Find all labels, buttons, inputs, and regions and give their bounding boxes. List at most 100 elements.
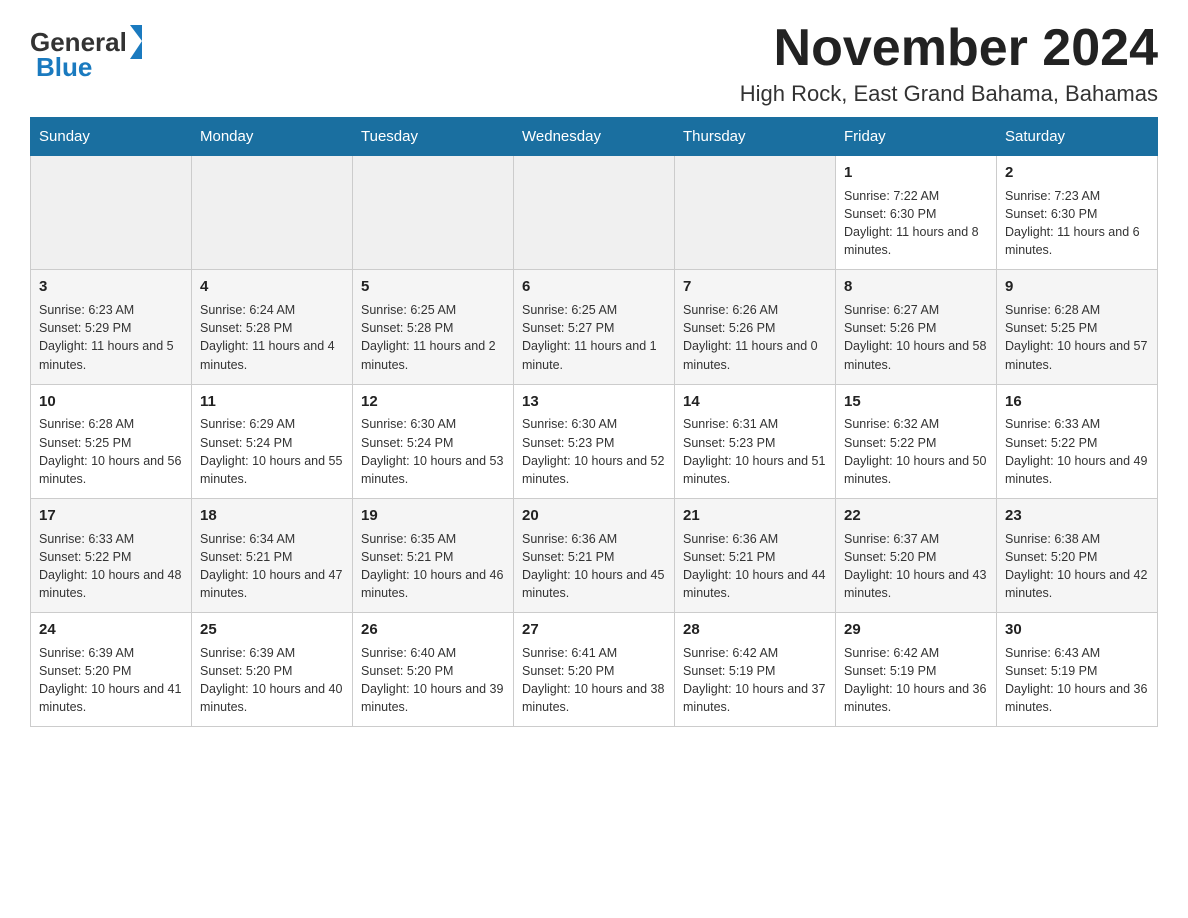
day-cell: 27 Sunrise: 6:41 AM Sunset: 5:20 PM Dayli… — [514, 613, 675, 727]
day-cell: 28 Sunrise: 6:42 AM Sunset: 5:19 PM Dayli… — [675, 613, 836, 727]
day-info: Sunrise: 6:27 AM Sunset: 5:26 PM Dayligh… — [844, 301, 988, 374]
day-cell: 11Sunrise: 6:29 AM Sunset: 5:24 PM Dayli… — [192, 384, 353, 498]
week-row: 10Sunrise: 6:28 AM Sunset: 5:25 PM Dayli… — [31, 384, 1158, 498]
weekday-header-monday: Monday — [192, 118, 353, 156]
day-number: 12 — [361, 391, 505, 413]
calendar-body: 1 Sunrise: 7:22 AM Sunset: 6:30 PM Daylig… — [31, 156, 1158, 727]
day-number: 5 — [361, 276, 505, 298]
day-number: 10 — [39, 391, 183, 413]
day-info: Sunrise: 6:28 AM Sunset: 5:25 PM Dayligh… — [1005, 301, 1149, 374]
week-row: 1 Sunrise: 7:22 AM Sunset: 6:30 PM Daylig… — [31, 156, 1158, 270]
weekday-header-tuesday: Tuesday — [353, 118, 514, 156]
day-info: Sunrise: 6:23 AM Sunset: 5:29 PM Dayligh… — [39, 301, 183, 374]
day-number: 30 — [1005, 619, 1149, 641]
day-cell: 1 Sunrise: 7:22 AM Sunset: 6:30 PM Daylig… — [836, 156, 997, 270]
day-cell: 4Sunrise: 6:24 AM Sunset: 5:28 PM Daylig… — [192, 270, 353, 384]
weekday-header-thursday: Thursday — [675, 118, 836, 156]
weekday-header-wednesday: Wednesday — [514, 118, 675, 156]
calendar-header: SundayMondayTuesdayWednesdayThursdayFrid… — [31, 118, 1158, 156]
day-info: Sunrise: 6:42 AM Sunset: 5:19 PM Dayligh… — [683, 644, 827, 717]
week-row: 24 Sunrise: 6:39 AM Sunset: 5:20 PM Dayli… — [31, 613, 1158, 727]
day-cell: 30 Sunrise: 6:43 AM Sunset: 5:19 PM Dayli… — [997, 613, 1158, 727]
day-cell: 14Sunrise: 6:31 AM Sunset: 5:23 PM Dayli… — [675, 384, 836, 498]
day-number: 27 — [522, 619, 666, 641]
day-info: Sunrise: 6:30 AM Sunset: 5:24 PM Dayligh… — [361, 415, 505, 488]
week-row: 17 Sunrise: 6:33 AM Sunset: 5:22 PM Dayli… — [31, 498, 1158, 612]
day-number: 11 — [200, 391, 344, 413]
day-cell: 17 Sunrise: 6:33 AM Sunset: 5:22 PM Dayli… — [31, 498, 192, 612]
day-number: 14 — [683, 391, 827, 413]
day-cell: 24 Sunrise: 6:39 AM Sunset: 5:20 PM Dayli… — [31, 613, 192, 727]
page-header: General Blue November 2024 High Rock, Ea… — [30, 20, 1158, 107]
day-cell: 12Sunrise: 6:30 AM Sunset: 5:24 PM Dayli… — [353, 384, 514, 498]
day-info: Sunrise: 6:24 AM Sunset: 5:28 PM Dayligh… — [200, 301, 344, 374]
day-cell: 15Sunrise: 6:32 AM Sunset: 5:22 PM Dayli… — [836, 384, 997, 498]
day-cell — [514, 156, 675, 270]
day-cell — [353, 156, 514, 270]
day-info: Sunrise: 7:23 AM Sunset: 6:30 PM Dayligh… — [1005, 187, 1149, 260]
day-info: Sunrise: 6:33 AM Sunset: 5:22 PM Dayligh… — [1005, 415, 1149, 488]
day-info: Sunrise: 6:32 AM Sunset: 5:22 PM Dayligh… — [844, 415, 988, 488]
day-cell — [675, 156, 836, 270]
day-number: 9 — [1005, 276, 1149, 298]
week-row: 3 Sunrise: 6:23 AM Sunset: 5:29 PM Daylig… — [31, 270, 1158, 384]
day-number: 3 — [39, 276, 183, 298]
day-info: Sunrise: 6:33 AM Sunset: 5:22 PM Dayligh… — [39, 530, 183, 603]
day-number: 17 — [39, 505, 183, 527]
day-number: 23 — [1005, 505, 1149, 527]
day-cell: 22 Sunrise: 6:37 AM Sunset: 5:20 PM Dayli… — [836, 498, 997, 612]
day-info: Sunrise: 7:22 AM Sunset: 6:30 PM Dayligh… — [844, 187, 988, 260]
day-cell: 19Sunrise: 6:35 AM Sunset: 5:21 PM Dayli… — [353, 498, 514, 612]
day-number: 15 — [844, 391, 988, 413]
location-title: High Rock, East Grand Bahama, Bahamas — [740, 81, 1158, 107]
day-cell: 18 Sunrise: 6:34 AM Sunset: 5:21 PM Dayli… — [192, 498, 353, 612]
day-info: Sunrise: 6:31 AM Sunset: 5:23 PM Dayligh… — [683, 415, 827, 488]
day-info: Sunrise: 6:41 AM Sunset: 5:20 PM Dayligh… — [522, 644, 666, 717]
day-number: 18 — [200, 505, 344, 527]
day-info: Sunrise: 6:42 AM Sunset: 5:19 PM Dayligh… — [844, 644, 988, 717]
day-number: 22 — [844, 505, 988, 527]
day-number: 2 — [1005, 162, 1149, 184]
day-cell — [31, 156, 192, 270]
day-cell: 25Sunrise: 6:39 AM Sunset: 5:20 PM Dayli… — [192, 613, 353, 727]
day-number: 1 — [844, 162, 988, 184]
day-info: Sunrise: 6:39 AM Sunset: 5:20 PM Dayligh… — [39, 644, 183, 717]
day-number: 28 — [683, 619, 827, 641]
title-area: November 2024 High Rock, East Grand Baha… — [740, 20, 1158, 107]
day-cell: 7Sunrise: 6:26 AM Sunset: 5:26 PM Daylig… — [675, 270, 836, 384]
day-cell: 16Sunrise: 6:33 AM Sunset: 5:22 PM Dayli… — [997, 384, 1158, 498]
day-info: Sunrise: 6:29 AM Sunset: 5:24 PM Dayligh… — [200, 415, 344, 488]
day-cell: 9 Sunrise: 6:28 AM Sunset: 5:25 PM Daylig… — [997, 270, 1158, 384]
day-cell: 13Sunrise: 6:30 AM Sunset: 5:23 PM Dayli… — [514, 384, 675, 498]
day-cell: 20 Sunrise: 6:36 AM Sunset: 5:21 PM Dayli… — [514, 498, 675, 612]
day-info: Sunrise: 6:35 AM Sunset: 5:21 PM Dayligh… — [361, 530, 505, 603]
day-number: 26 — [361, 619, 505, 641]
day-info: Sunrise: 6:39 AM Sunset: 5:20 PM Dayligh… — [200, 644, 344, 717]
day-number: 24 — [39, 619, 183, 641]
day-number: 6 — [522, 276, 666, 298]
day-info: Sunrise: 6:38 AM Sunset: 5:20 PM Dayligh… — [1005, 530, 1149, 603]
weekday-header-sunday: Sunday — [31, 118, 192, 156]
weekday-header-saturday: Saturday — [997, 118, 1158, 156]
day-cell: 8 Sunrise: 6:27 AM Sunset: 5:26 PM Daylig… — [836, 270, 997, 384]
day-info: Sunrise: 6:36 AM Sunset: 5:21 PM Dayligh… — [522, 530, 666, 603]
day-info: Sunrise: 6:37 AM Sunset: 5:20 PM Dayligh… — [844, 530, 988, 603]
day-info: Sunrise: 6:40 AM Sunset: 5:20 PM Dayligh… — [361, 644, 505, 717]
day-cell: 26 Sunrise: 6:40 AM Sunset: 5:20 PM Dayli… — [353, 613, 514, 727]
logo: General Blue — [30, 25, 143, 82]
day-number: 16 — [1005, 391, 1149, 413]
weekday-header-friday: Friday — [836, 118, 997, 156]
day-cell: 2 Sunrise: 7:23 AM Sunset: 6:30 PM Daylig… — [997, 156, 1158, 270]
day-info: Sunrise: 6:30 AM Sunset: 5:23 PM Dayligh… — [522, 415, 666, 488]
day-number: 29 — [844, 619, 988, 641]
day-number: 8 — [844, 276, 988, 298]
day-info: Sunrise: 6:34 AM Sunset: 5:21 PM Dayligh… — [200, 530, 344, 603]
weekday-row: SundayMondayTuesdayWednesdayThursdayFrid… — [31, 118, 1158, 156]
day-number: 20 — [522, 505, 666, 527]
day-number: 21 — [683, 505, 827, 527]
day-info: Sunrise: 6:36 AM Sunset: 5:21 PM Dayligh… — [683, 530, 827, 603]
day-info: Sunrise: 6:25 AM Sunset: 5:28 PM Dayligh… — [361, 301, 505, 374]
day-cell — [192, 156, 353, 270]
day-info: Sunrise: 6:28 AM Sunset: 5:25 PM Dayligh… — [39, 415, 183, 488]
day-info: Sunrise: 6:43 AM Sunset: 5:19 PM Dayligh… — [1005, 644, 1149, 717]
